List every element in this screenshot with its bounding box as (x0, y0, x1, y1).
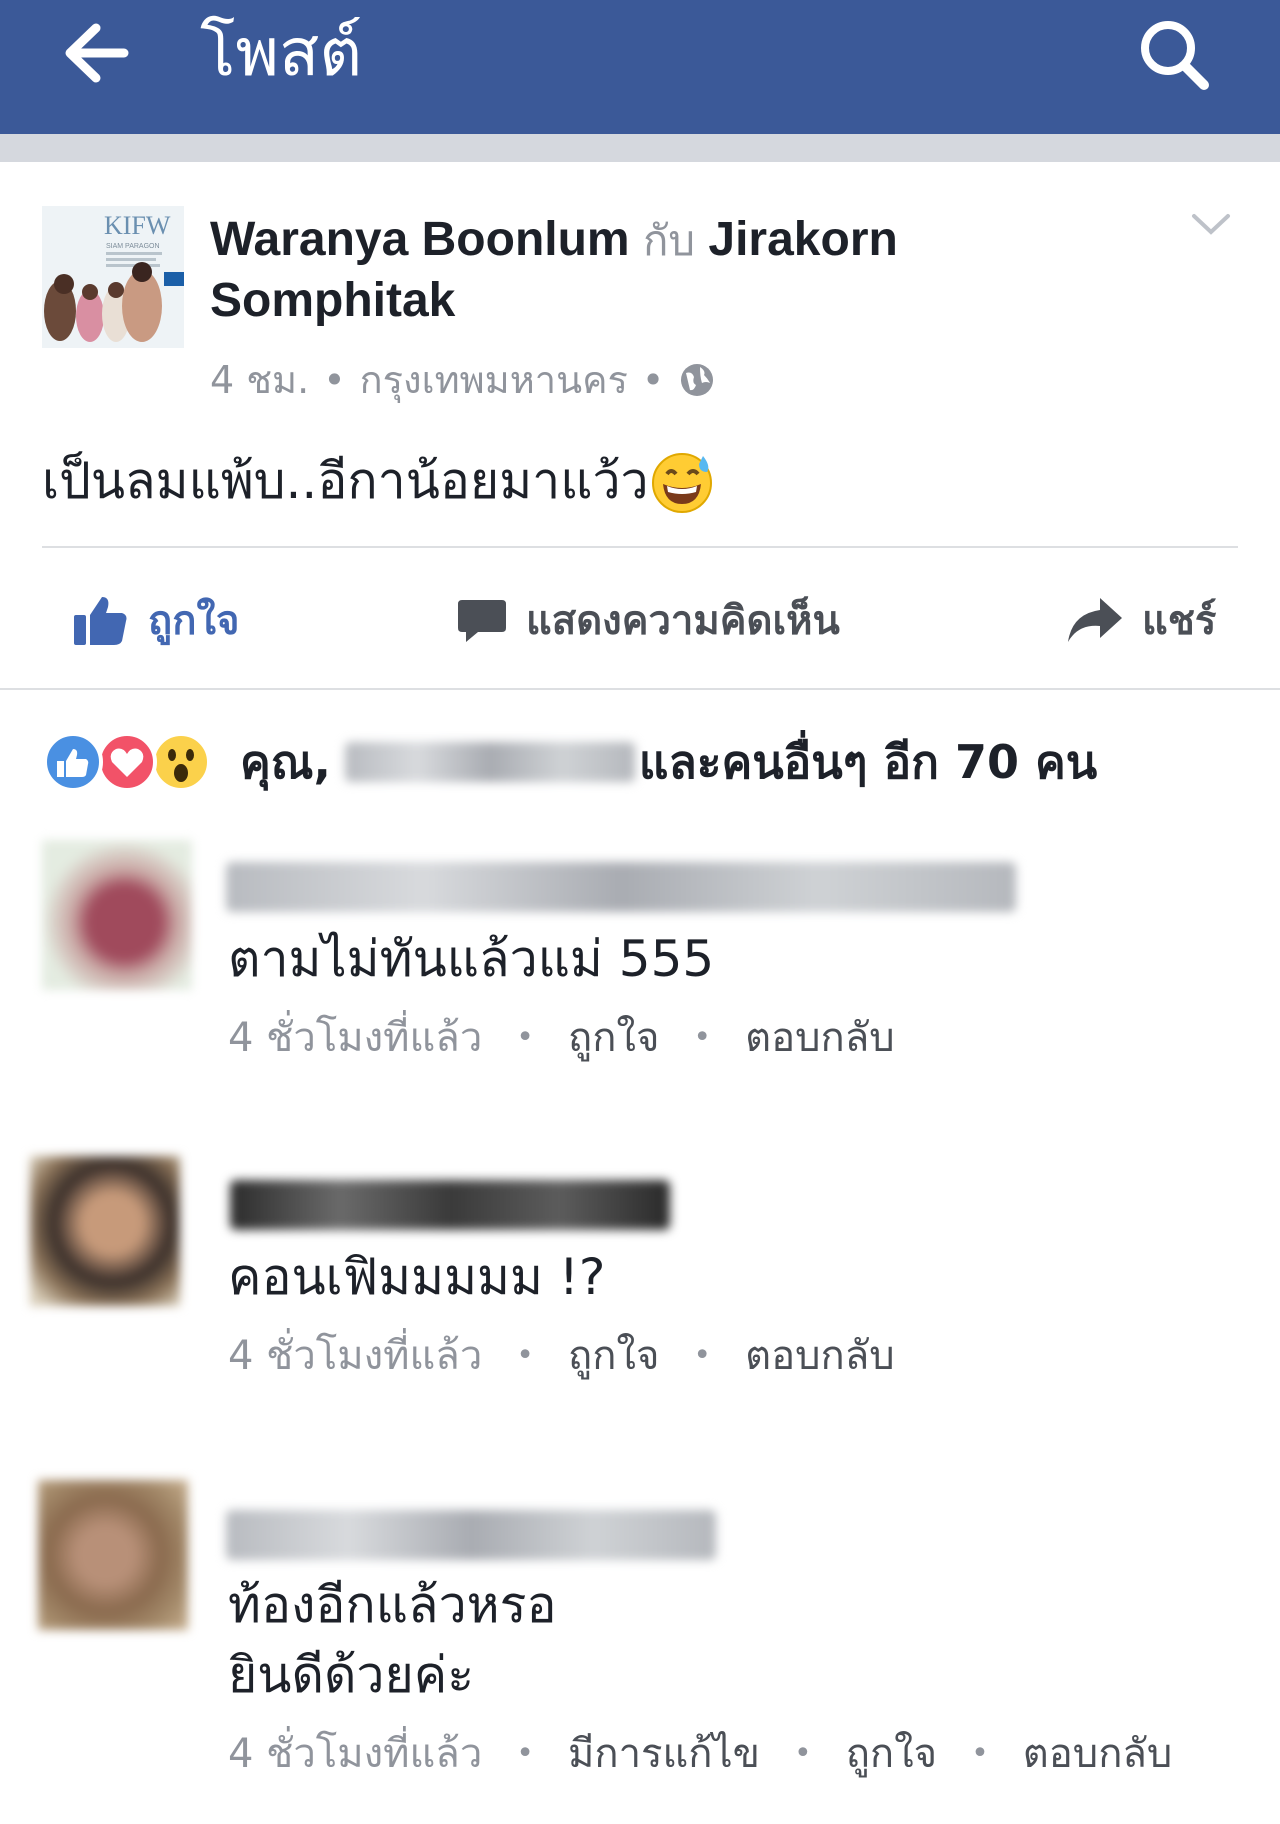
thumbnail-subtitle: SIAM PARAGON (106, 243, 160, 250)
commenter-avatar[interactable] (42, 840, 192, 990)
post-location[interactable]: กรุงเทพมหานคร (360, 350, 628, 410)
comment-button[interactable]: แสดงความคิดเห็น (456, 580, 840, 660)
post-body: เป็นลมแพ้บ..อีกาน้อยมาแว้ว (42, 446, 715, 516)
comment-label: แสดงความคิดเห็น (526, 598, 840, 644)
grinning-sweat-emoji (651, 453, 712, 513)
post-text: เป็นลมแพ้บ..อีกาน้อยมาแว้ว (42, 452, 649, 510)
divider (42, 546, 1238, 548)
search-icon (1141, 21, 1209, 90)
comment-reply-button[interactable]: ตอบกลับ (1023, 1724, 1173, 1784)
like-button[interactable]: ถูกใจ (72, 580, 239, 660)
comment-meta: 4 ชั่วโมงที่แล้ว • ถูกใจ • ตอบกลับ (228, 1326, 895, 1386)
commenter-name-blurred[interactable] (226, 862, 1016, 912)
author-name[interactable]: Waranya Boonlum (210, 213, 630, 266)
comment-text: ท้องอีกแล้วหรอ ยินดีด้วยค่ะ (228, 1570, 557, 1710)
share-arrow-icon (1068, 598, 1122, 642)
thumbs-up-icon (74, 597, 127, 645)
top-bar: โพสต์ (0, 0, 1280, 134)
wow-reaction-icon (151, 732, 211, 792)
search-button[interactable] (1130, 14, 1220, 94)
comment-edited-link[interactable]: มีการแก้ไข (568, 1724, 760, 1784)
comment-like-button[interactable]: ถูกใจ (568, 1008, 659, 1068)
meta-dot: • (641, 358, 665, 402)
comment-bubble-icon (458, 600, 506, 642)
page-title: โพสต์ (200, 14, 363, 91)
arrow-left-icon (65, 23, 129, 83)
meta-dot: • (516, 1338, 534, 1373)
comment-meta: 4 ชั่วโมงที่แล้ว • ถูกใจ • ตอบกลับ (228, 1008, 895, 1068)
thumbnail-image: KIFW SIAM PARAGON (42, 206, 184, 348)
comment-reply-button[interactable]: ตอบกลับ (745, 1008, 895, 1068)
share-label: แชร์ (1142, 598, 1217, 644)
meta-dot: • (793, 1736, 812, 1771)
comment-reply-button[interactable]: ตอบกลับ (745, 1326, 895, 1386)
commenter-name-blurred[interactable] (230, 1180, 670, 1230)
comment-line: ท้องอีกแล้วหรอ (228, 1576, 557, 1634)
like-reaction-icon (43, 732, 103, 792)
comment-like-button[interactable]: ถูกใจ (846, 1724, 937, 1784)
comment-line: คอนเฟิมมมมม !? (228, 1248, 606, 1306)
comment-time[interactable]: 4 ชั่วโมงที่แล้ว (228, 1724, 482, 1784)
meta-dot: • (323, 358, 346, 402)
commenter-avatar[interactable] (38, 1480, 188, 1630)
reaction-prefix: คุณ, (240, 735, 331, 789)
comment-line: ยินดีด้วยค่ะ (228, 1646, 475, 1704)
love-reaction-icon (97, 732, 157, 792)
comment-text: คอนเฟิมมมมม !? (228, 1242, 605, 1312)
meta-dot: • (971, 1736, 989, 1771)
post-meta: 4 ชม. • กรุงเทพมหานคร • (210, 350, 716, 410)
post-author-line: Waranya Boonlum กับ Jirakorn Somphitak (210, 210, 1010, 331)
meta-dot: • (516, 1020, 534, 1055)
share-button[interactable]: แชร์ (1064, 580, 1216, 660)
comment-like-button[interactable]: ถูกใจ (568, 1326, 659, 1386)
comment-line: ตามไม่ทันแล้วแม่ 555 (228, 930, 715, 988)
comment-meta: 4 ชั่วโมงที่แล้ว • มีการแก้ไข • ถูกใจ • … (228, 1724, 1172, 1784)
meta-dot: • (693, 1338, 712, 1373)
commenter-avatar[interactable] (30, 1156, 180, 1306)
thumbnail-logo: KIFW (104, 211, 171, 240)
back-button[interactable] (54, 18, 144, 88)
meta-dot: • (516, 1736, 534, 1771)
post-options-button[interactable] (1186, 206, 1236, 242)
globe-icon (681, 364, 714, 396)
comment-text: ตามไม่ทันแล้วแม่ 555 (228, 924, 714, 994)
meta-dot: • (693, 1020, 712, 1055)
reaction-summary[interactable]: คุณ, และคนอื่นๆ อีก 70 คน (240, 722, 1097, 802)
blurred-name (344, 742, 635, 782)
divider (0, 688, 1280, 690)
commenter-name-blurred[interactable] (226, 1510, 716, 1560)
chevron-down-icon (1192, 214, 1230, 235)
comment-time[interactable]: 4 ชั่วโมงที่แล้ว (228, 1008, 482, 1068)
section-divider (0, 134, 1280, 162)
with-word: กับ (642, 217, 696, 264)
post-time[interactable]: 4 ชม. (210, 350, 309, 410)
reaction-suffix: และคนอื่นๆ อีก 70 คน (638, 735, 1098, 789)
like-label: ถูกใจ (148, 598, 240, 644)
post-thumbnail[interactable]: KIFW SIAM PARAGON (42, 206, 184, 348)
reaction-icons[interactable] (42, 730, 212, 794)
comment-time[interactable]: 4 ชั่วโมงที่แล้ว (228, 1326, 482, 1386)
